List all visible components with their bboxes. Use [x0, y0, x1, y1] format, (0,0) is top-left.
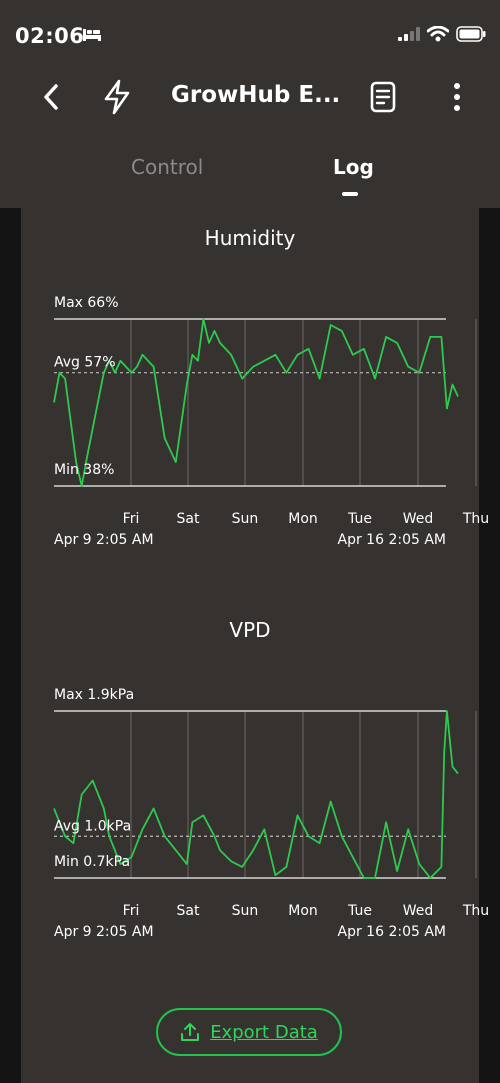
vpd-day-label: Thu — [462, 903, 489, 919]
vpd-chart: Max 1.9kPa Avg 1.0kPa Min 0.7kPa Fri Sat Sun M… — [53, 687, 489, 940]
humidity-day-label: Fri — [123, 511, 140, 527]
humidity-series-line — [53, 318, 459, 487]
vpd-day-label: Sat — [177, 903, 200, 919]
humidity-day-label: Thu — [462, 511, 489, 527]
vpd-day-label: Wed — [403, 903, 434, 919]
vpd-max-label: Max 1.9kPa — [54, 687, 134, 703]
humidity-min-label: Min 38% — [54, 462, 114, 478]
vpd-min-label: Min 0.7kPa — [54, 854, 130, 870]
export-data-button[interactable]: Export Data — [156, 1008, 342, 1056]
vpd-day-label: Sun — [232, 903, 259, 919]
vpd-start-date: Apr 9 2:05 AM — [54, 924, 154, 940]
charts-canvas: Max 66% Avg 57% Min 38% Fri Sat Sun Mon Tue Wed T… — [53, 295, 489, 940]
vpd-end-date: Apr 16 2:05 AM — [338, 924, 446, 940]
vpd-series-line — [53, 710, 459, 879]
humidity-end-date: Apr 16 2:05 AM — [338, 532, 446, 548]
vpd-day-label: Fri — [123, 903, 140, 919]
humidity-day-label: Sat — [177, 511, 200, 527]
export-data-label: Export Data — [210, 1021, 318, 1043]
vpd-day-label: Tue — [347, 903, 372, 919]
humidity-day-label: Tue — [347, 511, 372, 527]
humidity-chart: Max 66% Avg 57% Min 38% Fri Sat Sun Mon Tue Wed T… — [53, 295, 489, 548]
humidity-max-label: Max 66% — [54, 295, 119, 311]
humidity-avg-label: Avg 57% — [54, 355, 116, 371]
humidity-day-label: Wed — [403, 511, 434, 527]
humidity-start-date: Apr 9 2:05 AM — [54, 532, 154, 548]
upload-icon — [181, 1023, 200, 1041]
humidity-day-label: Sun — [232, 511, 259, 527]
vpd-avg-label: Avg 1.0kPa — [54, 818, 131, 834]
humidity-day-label: Mon — [288, 511, 318, 527]
vpd-day-label: Mon — [288, 903, 318, 919]
